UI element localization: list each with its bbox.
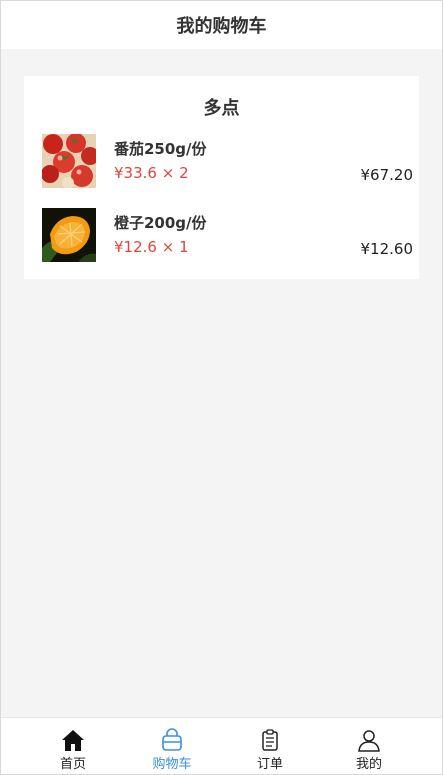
- tab-label: 购物车: [152, 757, 192, 772]
- orange-image[interactable]: [42, 208, 96, 262]
- cart-item[interactable]: 番茄250g/份 ¥33.6 × 2 ¥67.20: [24, 132, 419, 188]
- shop-name: 多点: [203, 98, 240, 119]
- item-subtotal: ¥67.20: [360, 166, 414, 184]
- shop-card: 多点 番茄250g/份 ¥33.6 × 2 ¥67.20 橙子200g/份 ¥1…: [24, 76, 419, 279]
- header-bar: 我的购物车: [1, 1, 442, 49]
- times-sign: ×: [161, 164, 175, 182]
- item-name: 番茄250g/份: [114, 140, 207, 158]
- tab-label: 首页: [59, 757, 86, 772]
- item-price-line: ¥33.6 × 2: [114, 164, 189, 182]
- tab-label: 我的: [355, 757, 382, 772]
- tab-home[interactable]: 首页: [33, 718, 113, 774]
- tab-order[interactable]: 订单: [230, 718, 310, 774]
- unit-price: ¥33.6: [114, 164, 157, 182]
- clipboard-icon: [257, 727, 283, 753]
- tab-cart[interactable]: 购物车: [132, 718, 212, 774]
- home-icon: [60, 727, 86, 753]
- app-frame: 我的购物车 多点 番茄250g/份 ¥33.6 × 2 ¥67.20 橙子200…: [0, 0, 443, 775]
- times-sign: ×: [161, 238, 175, 256]
- quantity: 1: [179, 238, 189, 256]
- page-title: 我的购物车: [176, 16, 267, 37]
- user-icon: [356, 727, 382, 753]
- cart-item[interactable]: 橙子200g/份 ¥12.6 × 1 ¥12.60: [24, 206, 419, 262]
- item-name: 橙子200g/份: [114, 214, 207, 232]
- unit-price: ¥12.6: [114, 238, 157, 256]
- item-subtotal: ¥12.60: [360, 240, 414, 258]
- quantity: 2: [179, 164, 189, 182]
- tab-label: 订单: [256, 757, 283, 772]
- bottom-tab-bar: 首页 购物车 订单 我的: [1, 717, 442, 774]
- item-price-line: ¥12.6 × 1: [114, 238, 189, 256]
- tab-mine[interactable]: 我的: [329, 718, 409, 774]
- tomato-image[interactable]: [42, 134, 96, 188]
- shopping-bag-icon: [159, 727, 185, 753]
